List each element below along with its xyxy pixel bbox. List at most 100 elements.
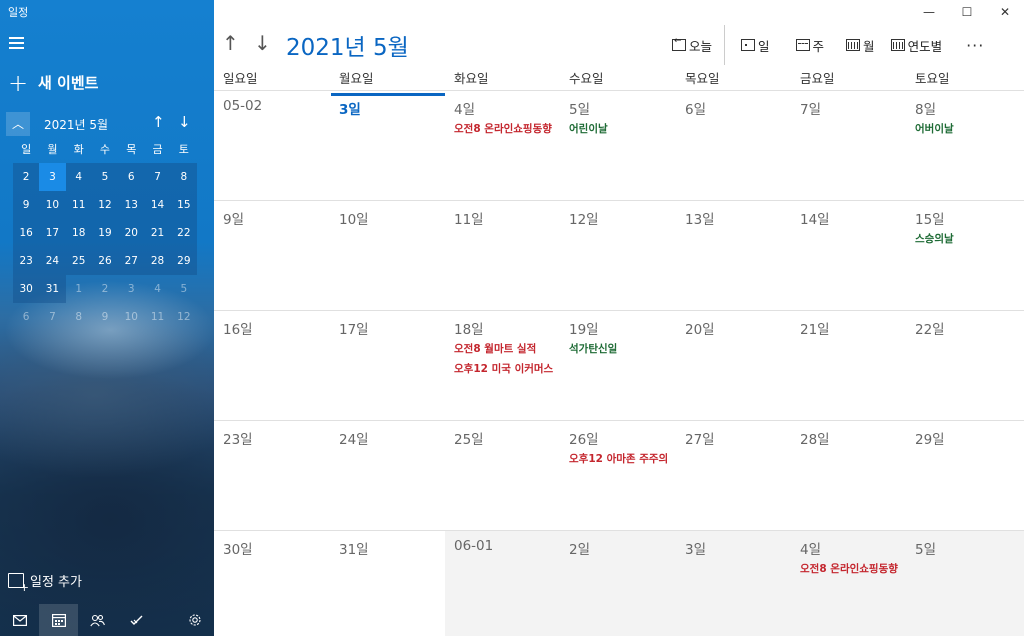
mini-calendar-day[interactable]: 27 — [118, 247, 145, 275]
mini-calendar-day[interactable]: 16 — [13, 219, 40, 247]
day-cell[interactable]: 16일 — [214, 310, 330, 420]
mini-calendar-day[interactable]: 11 — [144, 303, 170, 331]
close-icon[interactable]: ✕ — [986, 0, 1024, 26]
mini-calendar-day[interactable]: 28 — [144, 247, 171, 275]
maximize-icon[interactable]: ☐ — [948, 0, 986, 26]
day-cell[interactable]: 8일 어버이날 — [906, 90, 1024, 200]
day-cell[interactable]: 21일 — [791, 310, 906, 420]
day-cell[interactable]: 18일 오전8 월마트 실적 오후12 미국 이커머스 — [445, 310, 560, 420]
mini-calendar-day[interactable]: 15 — [170, 191, 197, 219]
mini-calendar-day[interactable]: 22 — [170, 219, 197, 247]
mini-calendar-day[interactable]: 9 — [13, 191, 40, 219]
day-cell[interactable]: 5일 — [906, 530, 1024, 636]
mini-calendar-day[interactable]: 8 — [66, 303, 92, 331]
mini-calendar-day[interactable]: 10 — [118, 303, 144, 331]
mini-calendar-day[interactable]: 1 — [66, 275, 92, 303]
mail-icon[interactable] — [0, 604, 39, 636]
mini-calendar-day[interactable]: 26 — [91, 247, 119, 275]
day-cell[interactable]: 9일 — [214, 200, 330, 310]
calendar-event[interactable]: 오전8 온라인쇼핑동향 — [800, 561, 900, 576]
mini-calendar-day[interactable]: 30 — [13, 275, 40, 303]
mini-calendar-day[interactable]: 31 — [39, 275, 66, 303]
day-cell[interactable]: 14일 — [791, 200, 906, 310]
calendar-event[interactable]: 오후12 미국 이커머스 — [454, 361, 554, 376]
calendar-event[interactable]: 어버이날 — [915, 121, 1015, 136]
day-view-button[interactable]: 일 — [741, 32, 770, 58]
mini-calendar-day[interactable]: 23 — [13, 247, 40, 275]
day-cell[interactable]: 06-01 — [445, 530, 560, 636]
mini-calendar-title[interactable]: 2021년 5월 — [44, 116, 108, 133]
day-cell[interactable]: 4일 오전8 온라인쇼핑동향 — [791, 530, 906, 636]
day-cell[interactable]: 15일 스승의날 — [906, 200, 1024, 310]
day-cell[interactable]: 27일 — [676, 420, 791, 530]
day-cell[interactable]: 28일 — [791, 420, 906, 530]
calendar-event[interactable]: 오전8 월마트 실적 — [454, 341, 554, 356]
mini-calendar-day[interactable]: 8 — [170, 163, 197, 191]
day-cell[interactable]: 4일 오전8 온라인쇼핑동향 — [445, 90, 560, 200]
mini-calendar-day[interactable]: 5 — [91, 163, 119, 191]
mini-calendar-day[interactable]: 9 — [92, 303, 118, 331]
mini-calendar-day[interactable]: 24 — [39, 247, 66, 275]
mini-calendar-day[interactable]: 2 — [13, 163, 40, 191]
todo-icon[interactable] — [117, 604, 156, 636]
mini-calendar-day[interactable]: 18 — [65, 219, 92, 247]
mini-calendar-day[interactable]: 6 — [13, 303, 39, 331]
mini-calendar-day[interactable]: 29 — [170, 247, 197, 275]
month-title[interactable]: 2021년 5월 — [286, 28, 409, 62]
day-cell[interactable]: 24일 — [330, 420, 445, 530]
day-cell[interactable]: 7일 — [791, 90, 906, 200]
mini-calendar-day[interactable]: 13 — [118, 191, 145, 219]
month-view-button[interactable]: 월 — [846, 32, 875, 58]
mini-calendar-day[interactable]: 4 — [144, 275, 170, 303]
mini-calendar-day[interactable]: 14 — [144, 191, 171, 219]
mini-calendar-day[interactable]: 21 — [144, 219, 171, 247]
next-month-arrow-down-icon[interactable]: ↓ — [254, 31, 286, 55]
day-cell[interactable]: 31일 — [330, 530, 445, 636]
mini-calendar-day[interactable]: 7 — [39, 303, 65, 331]
mini-calendar-day[interactable]: 12 — [91, 191, 119, 219]
year-view-button[interactable]: 연도별 — [890, 32, 942, 58]
mini-calendar-day[interactable]: 3 — [118, 275, 144, 303]
calendar-event[interactable]: 오전8 온라인쇼핑동향 — [454, 121, 554, 136]
new-event-button[interactable]: + 새 이벤트 — [8, 71, 98, 95]
arrow-down-icon[interactable]: ↓ — [178, 113, 191, 131]
mini-calendar-day[interactable]: 4 — [65, 163, 92, 191]
day-cell[interactable]: 19일 석가탄신일 — [560, 310, 676, 420]
day-cell[interactable]: 26일 오후12 아마존 주주의 — [560, 420, 676, 530]
day-cell[interactable]: 11일 — [445, 200, 560, 310]
day-cell[interactable]: 29일 — [906, 420, 1024, 530]
day-cell[interactable]: 12일 — [560, 200, 676, 310]
arrow-up-icon[interactable]: ↑ — [152, 113, 165, 131]
week-view-button[interactable]: 주 — [795, 32, 824, 58]
people-icon[interactable] — [78, 604, 117, 636]
mini-calendar-day[interactable]: 20 — [118, 219, 145, 247]
calendar-event[interactable]: 석가탄신일 — [569, 341, 669, 356]
more-options-icon[interactable]: ··· — [966, 36, 984, 55]
calendar-event[interactable]: 오후12 아마존 주주의 — [569, 451, 669, 466]
mini-calendar-day[interactable]: 17 — [39, 219, 66, 247]
day-cell[interactable]: 30일 — [214, 530, 330, 636]
day-cell[interactable]: 23일 — [214, 420, 330, 530]
day-cell[interactable]: 05-02 — [214, 90, 330, 200]
day-cell[interactable]: 13일 — [676, 200, 791, 310]
mini-calendar-day-today[interactable]: 3 — [39, 163, 66, 191]
day-cell[interactable]: 22일 — [906, 310, 1024, 420]
today-button[interactable]: 오늘 — [672, 32, 712, 58]
mini-calendar-day[interactable]: 10 — [39, 191, 66, 219]
mini-calendar-day[interactable]: 25 — [65, 247, 92, 275]
day-cell-today[interactable]: 3일 — [330, 90, 445, 200]
calendar-event[interactable]: 스승의날 — [915, 231, 1015, 246]
previous-month-arrow-up-icon[interactable]: ↑ — [222, 31, 254, 55]
calendar-event[interactable]: 어린이날 — [569, 121, 669, 136]
mini-calendar-day[interactable]: 7 — [144, 163, 171, 191]
mini-calendar-day[interactable]: 12 — [171, 303, 197, 331]
hamburger-menu-icon[interactable] — [9, 37, 25, 51]
mini-calendar-day[interactable]: 19 — [91, 219, 119, 247]
mini-calendar-day[interactable]: 5 — [171, 275, 197, 303]
mini-calendar-day[interactable]: 11 — [65, 191, 92, 219]
calendar-icon[interactable] — [39, 604, 78, 636]
day-cell[interactable]: 17일 — [330, 310, 445, 420]
mini-calendar-day[interactable]: 2 — [92, 275, 118, 303]
add-calendar-button[interactable]: 일정 추가 — [8, 571, 82, 594]
day-cell[interactable]: 3일 — [676, 530, 791, 636]
